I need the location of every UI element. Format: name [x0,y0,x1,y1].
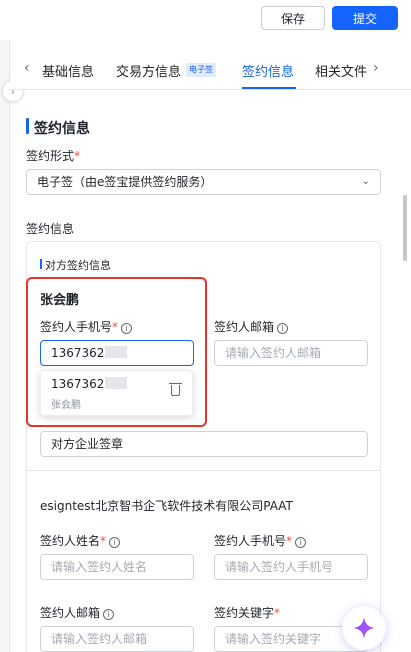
own-phone-label: 签约人手机号* i [214,532,307,549]
top-toolbar: 保存 提交 [0,0,411,40]
info-icon: i [109,537,121,548]
own-phone-input[interactable]: 请输入签约人手机号 [214,554,368,580]
section-title: 签约信息 [34,121,90,137]
card-divider [27,470,380,471]
email-input[interactable]: 请输入签约人邮箱 [214,340,368,366]
tab-related-files[interactable]: 相关文件 [315,61,367,80]
email-label: 签约人邮箱 i [214,318,289,335]
tab-counterparty-info[interactable]: 交易方信息 [116,61,181,80]
sign-type-label: 签约形式* [26,149,81,163]
scrollbar-thumb[interactable] [403,195,407,261]
assistant-button[interactable] [342,606,386,650]
own-email-label: 签约人邮箱 i [40,604,115,621]
chevron-down-icon: ⌄ [361,176,370,187]
e-sign-badge: 电子签 [186,63,216,77]
tab-sign-info[interactable]: 签约信息 [242,61,294,80]
sparkle-icon [353,617,375,639]
info-icon: i [103,609,115,620]
sign-type-select[interactable]: 电子签（由e签宝提供签约服务） ⌄ [26,169,381,195]
tab-bar: ‹ 基础信息 交易方信息 电子签 签约信息 相关文件 › [10,50,411,90]
info-icon: i [277,323,289,334]
chevron-left-icon[interactable]: ‹ [24,60,30,76]
save-button[interactable]: 保存 [261,6,325,30]
sign-type-value: 电子签（由e签宝提供签约服务） [37,175,213,189]
counterparty-title: 对方签约信息 [45,259,111,272]
own-name-label: 签约人姓名* i [40,532,121,549]
active-tab-indicator [242,87,296,89]
submit-button[interactable]: 提交 [332,6,398,30]
keyword-input[interactable]: 对方企业签章 [40,431,368,457]
left-sidebar-edge [0,40,10,652]
tab-basic-info[interactable]: 基础信息 [42,61,94,80]
own-name-input[interactable]: 请输入签约人姓名 [40,554,194,580]
card-accent-bar [40,259,42,269]
own-email-input[interactable]: 请输入签约人邮箱 [40,626,194,652]
chevron-right-icon[interactable]: › [373,60,379,76]
info-icon: i [295,537,307,548]
own-keyword-label: 签约关键字* [214,606,281,620]
highlight-box [26,277,207,427]
sign-info-label: 签约信息 [26,222,75,236]
section-accent-bar [26,118,29,134]
own-company-name: esigntest北京智书企飞软件技术有限公司PAAT [40,499,293,513]
